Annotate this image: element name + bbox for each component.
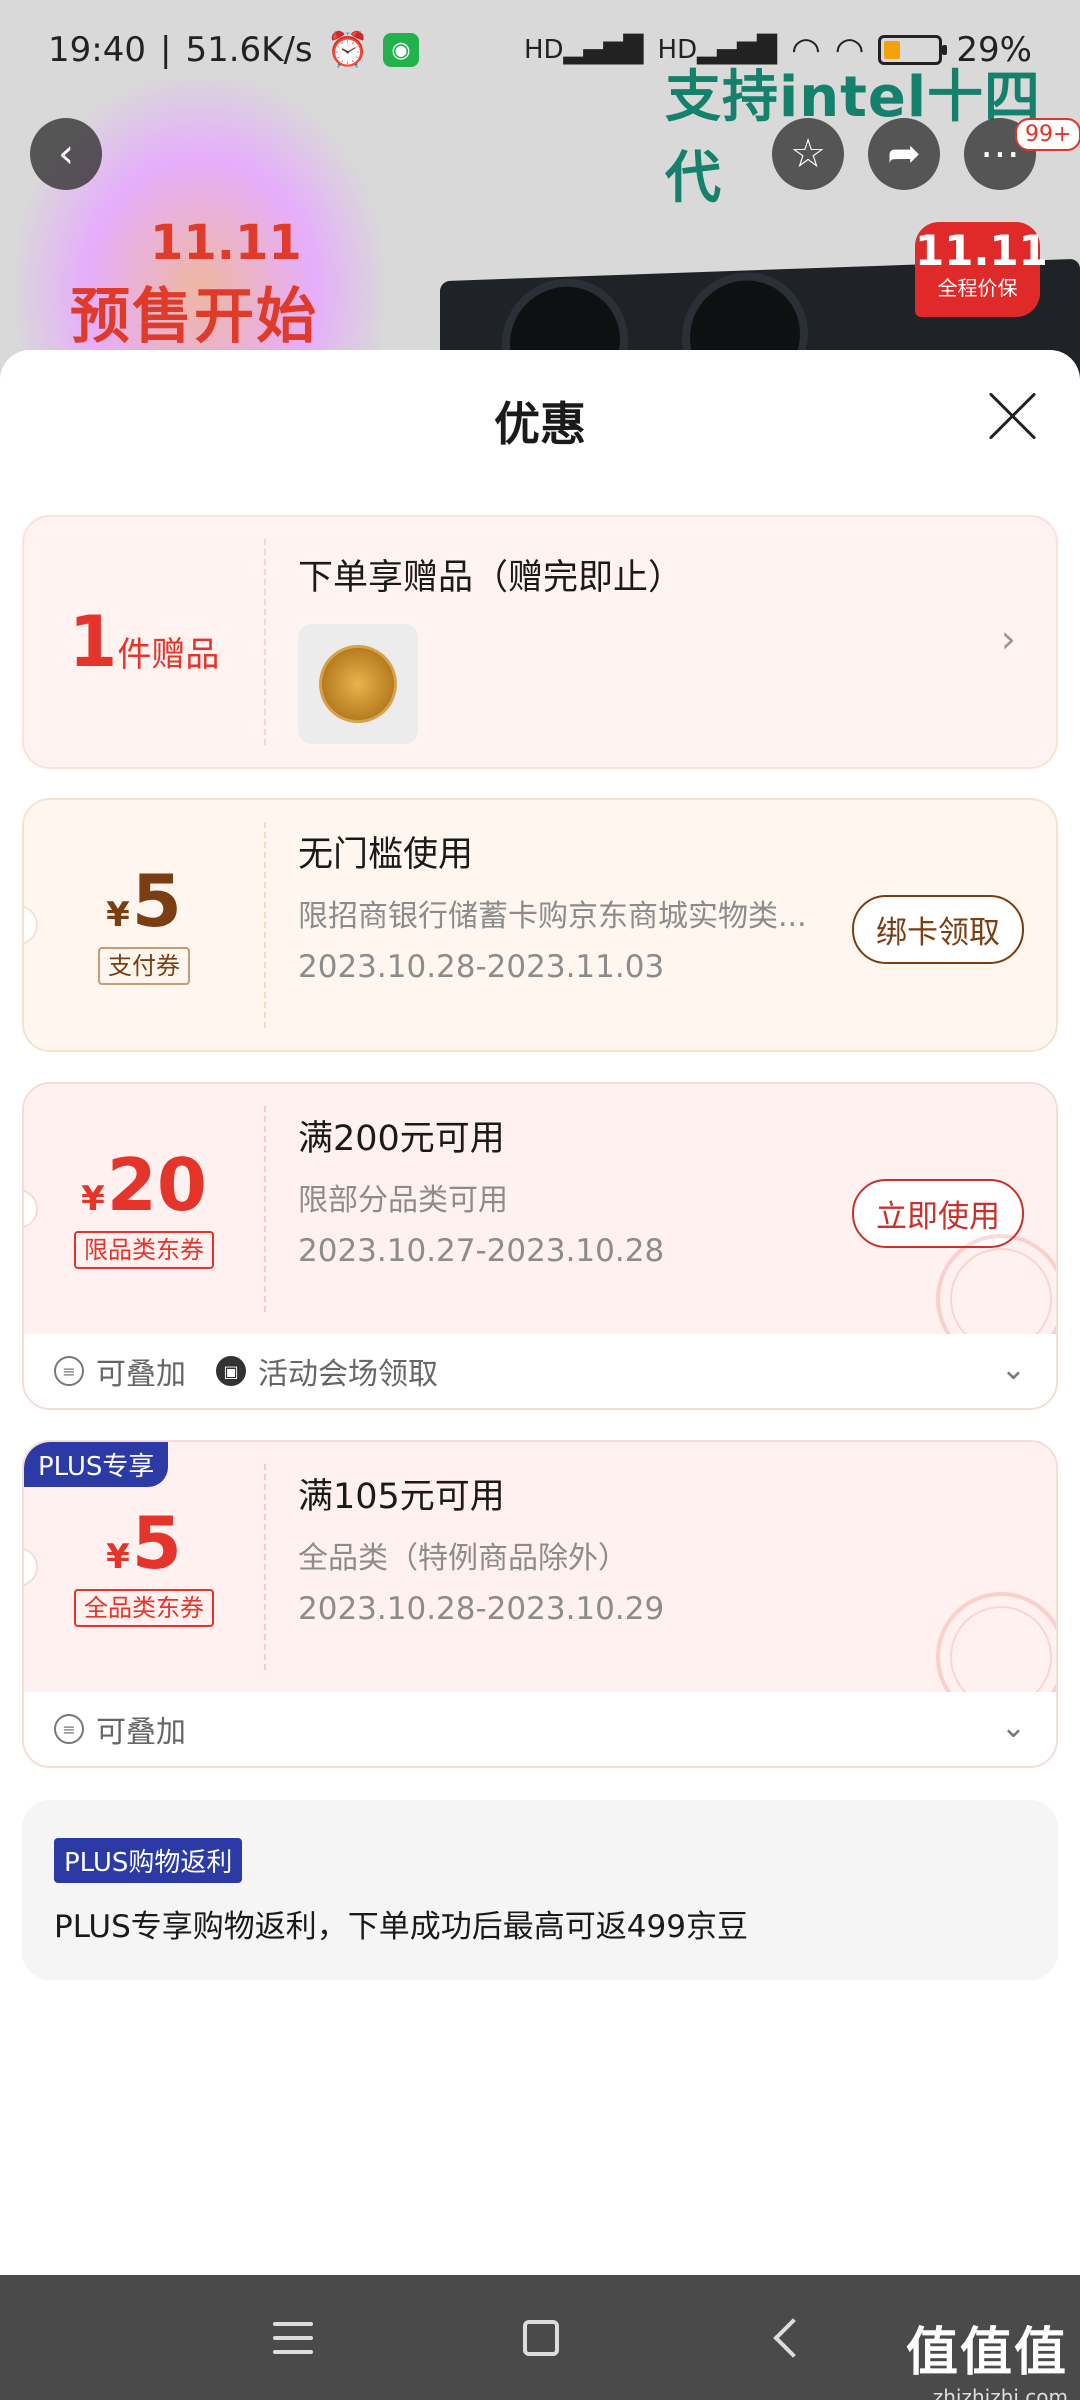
currency-symbol: ¥ bbox=[106, 894, 130, 935]
gift-count: 1 bbox=[68, 601, 118, 683]
message-count-badge: 99+ bbox=[1015, 118, 1080, 151]
stackable-label: 可叠加 bbox=[96, 1715, 186, 1750]
watermark: 值值值 zhizhizhi.com bbox=[906, 2310, 1068, 2400]
coupon-type-tag: 限品类东券 bbox=[74, 1230, 214, 1270]
background-sale-logo: 11.11 bbox=[150, 215, 302, 271]
favorite-star-icon[interactable]: ☆ bbox=[772, 118, 844, 190]
background-sale-text: 预售开始 bbox=[70, 282, 318, 352]
coupon-date: 2023.10.28-2023.10.29 bbox=[298, 1591, 665, 1627]
wechat-icon: ◉ bbox=[382, 33, 419, 67]
coupon-card-plus: PLUS专享 ¥ 5 全品类东券 满105元可用 全品类（特例商品除外） 202… bbox=[22, 1440, 1058, 1768]
watermark-domain: zhizhizhi.com bbox=[932, 2385, 1068, 2400]
battery-icon bbox=[878, 35, 948, 65]
gift-title: 下单享赠品（赠完即止） bbox=[298, 558, 684, 598]
coupon-type-tag: 支付券 bbox=[98, 946, 190, 986]
bind-card-claim-button[interactable]: 绑卡领取 bbox=[852, 895, 1024, 964]
currency-symbol: ¥ bbox=[81, 1178, 105, 1219]
plus-rebate-block: PLUS购物返利 PLUS专享购物返利，下单成功后最高可返499京豆 bbox=[22, 1800, 1058, 1980]
gift-seal-image bbox=[319, 645, 397, 723]
coupon-subtitle: 限招商银行储蓄卡购京东商城实物类... bbox=[298, 899, 807, 934]
coupon-subtitle: 限部分品类可用 bbox=[298, 1183, 508, 1218]
price-protect-badge: 11.11 全程价保 bbox=[915, 222, 1048, 317]
stackable-icon: ≡ bbox=[54, 1714, 84, 1744]
status-net-speed: 51.6K/s bbox=[185, 30, 313, 70]
currency-symbol: ¥ bbox=[106, 1536, 130, 1577]
chevron-right-icon[interactable]: › bbox=[1001, 617, 1016, 661]
coupon-title: 满105元可用 bbox=[298, 1477, 505, 1517]
status-bar: 19:40 | 51.6K/s ⏰ ◉ HD▂▄▆█ HD▂▄▆█ ◠ ◠ 29… bbox=[0, 0, 1080, 100]
coupon-title: 无门槛使用 bbox=[298, 835, 474, 875]
chevron-down-icon[interactable]: ⌄ bbox=[1001, 1710, 1026, 1745]
chevron-down-icon[interactable]: ⌄ bbox=[1001, 1352, 1026, 1387]
wifi-icon-2: ◠ bbox=[834, 30, 865, 70]
share-icon[interactable]: ➦ bbox=[868, 118, 940, 190]
hd-signal-icon-2: HD▂▄▆█ bbox=[657, 35, 778, 65]
coupon-extras-row[interactable]: ≡ 可叠加 ⌄ bbox=[24, 1692, 1056, 1766]
coupon-card-category: ¥ 20 限品类东券 满200元可用 限部分品类可用 2023.10.27-20… bbox=[22, 1082, 1058, 1410]
close-icon[interactable] bbox=[984, 388, 1040, 444]
battery-percent: 29% bbox=[956, 30, 1032, 70]
recent-apps-icon[interactable] bbox=[273, 2320, 313, 2356]
alarm-icon: ⏰ bbox=[326, 30, 369, 70]
coupon-subtitle: 全品类（特例商品除外） bbox=[298, 1541, 628, 1576]
home-icon[interactable] bbox=[523, 2319, 559, 2356]
coupon-title: 满200元可用 bbox=[298, 1119, 505, 1159]
gift-thumbnail[interactable] bbox=[298, 624, 418, 744]
discount-sheet: 优惠 1件赠品 下单享赠品（赠完即止） › ¥ 5 支付券 无门槛使用 限招商银… bbox=[0, 350, 1080, 2275]
hd-signal-icon: HD▂▄▆█ bbox=[523, 35, 644, 65]
rebate-tag: PLUS购物返利 bbox=[54, 1838, 243, 1883]
rebate-text: PLUS专享购物返利，下单成功后最高可返499京豆 bbox=[54, 1909, 748, 1945]
status-separator: | bbox=[159, 30, 172, 70]
sheet-title: 优惠 bbox=[494, 397, 586, 451]
stackable-icon: ≡ bbox=[54, 1356, 84, 1386]
coupon-type-tag: 全品类东券 bbox=[74, 1588, 214, 1628]
watermark-brand: 值值值 bbox=[905, 2323, 1068, 2383]
coupon-card-pay: ¥ 5 支付券 无门槛使用 限招商银行储蓄卡购京东商城实物类... 2023.1… bbox=[22, 798, 1058, 1052]
plus-exclusive-badge: PLUS专享 bbox=[24, 1442, 169, 1487]
gift-card[interactable]: 1件赠品 下单享赠品（赠完即止） › bbox=[22, 515, 1058, 769]
coupon-extras-row[interactable]: ≡ 可叠加 ▣ 活动会场领取 ⌄ bbox=[24, 1334, 1056, 1408]
nav-back-icon[interactable] bbox=[773, 2317, 813, 2358]
coupon-amount: 5 bbox=[131, 858, 182, 943]
venue-label: 活动会场领取 bbox=[258, 1357, 438, 1392]
back-button[interactable]: ‹ bbox=[30, 118, 102, 190]
wifi-icon: ◠ bbox=[791, 30, 821, 70]
gift-unit: 件赠品 bbox=[117, 635, 220, 675]
coupon-amount: 5 bbox=[131, 1500, 182, 1585]
venue-icon: ▣ bbox=[216, 1356, 246, 1386]
coupon-amount: 20 bbox=[106, 1142, 207, 1227]
status-time: 19:40 bbox=[48, 30, 146, 70]
stackable-label: 可叠加 bbox=[96, 1357, 186, 1392]
